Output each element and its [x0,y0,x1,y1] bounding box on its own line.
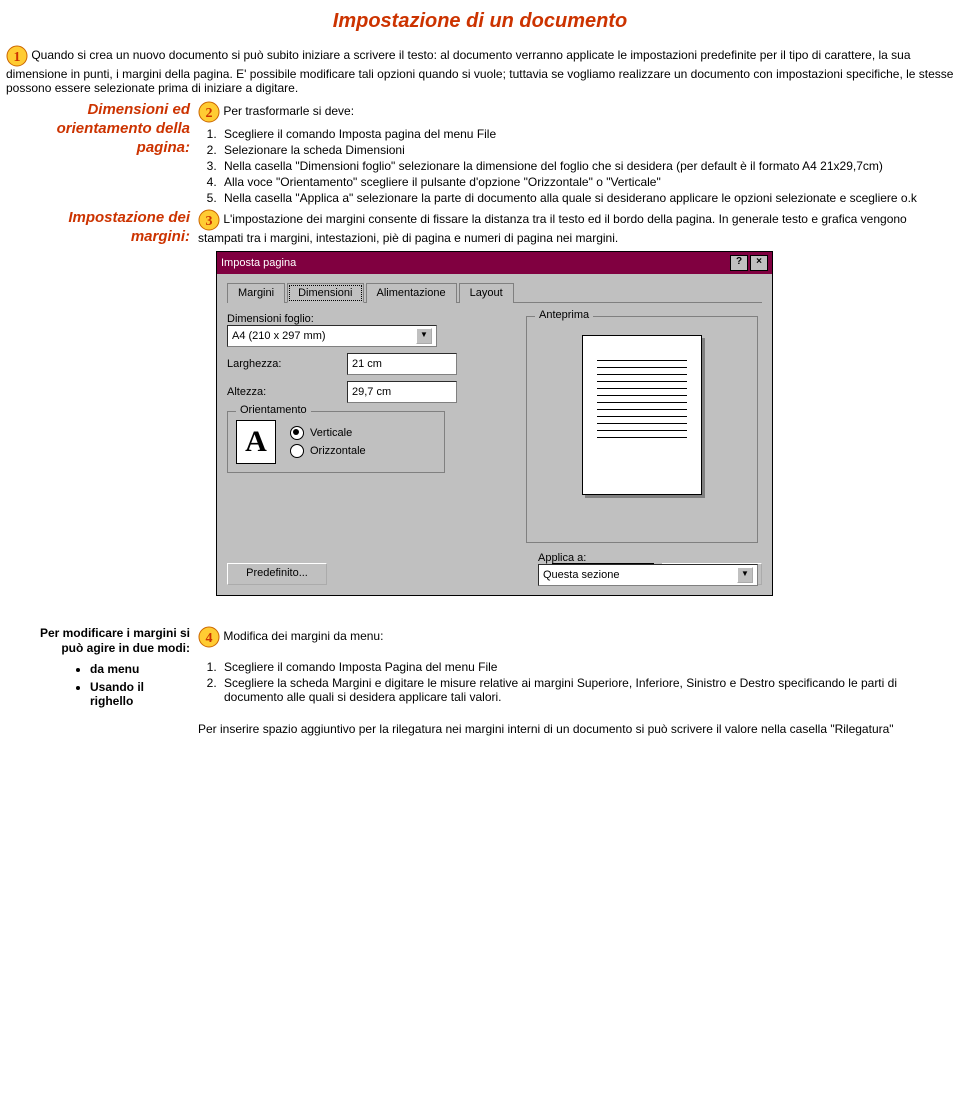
label-orientamento: Orientamento [236,404,311,416]
predefinito-button[interactable]: Predefinito... [227,563,327,585]
radio-verticale[interactable]: Verticale [290,426,366,440]
altezza-value: 29,7 cm [352,386,391,398]
intro-text: Quando si crea un nuovo documento si può… [6,48,953,95]
tab-dimensioni[interactable]: Dimensioni [287,283,363,303]
intro-paragraph: 1 Quando si crea un nuovo documento si p… [6,45,954,95]
section2-heading: Impostazione dei margini: [10,209,190,247]
radio-icon [290,426,304,440]
chevron-down-icon: ▼ [737,567,753,583]
step-1-icon: 1 [6,45,28,67]
close-button[interactable]: × [750,255,768,271]
radio-label: Orizzontale [310,445,366,457]
section3-steps: Scegliere il comando Imposta Pagina del … [220,660,950,704]
section3-lead: Modifica dei margini da menu: [223,629,383,643]
radio-orizzontale[interactable]: Orizzontale [290,444,366,458]
list-item: Scegliere la scheda Margini e digitare l… [220,676,950,704]
list-item: Scegliere il comando Imposta Pagina del … [220,660,950,674]
list-item: Selezionare la scheda Dimensioni [220,143,950,157]
orientamento-group: Orientamento A Verticale Orizzontale [227,411,445,473]
step-3-icon: 3 [198,209,220,231]
list-item: Scegliere il comando Imposta pagina del … [220,127,950,141]
section3-footnote: Per inserire spazio aggiuntivo per la ri… [198,722,950,736]
svg-text:2: 2 [206,106,213,121]
list-item: Alla voce "Orientamento" scegliere il pu… [220,175,950,189]
imposta-pagina-dialog: Imposta pagina ? × Margini Dimensioni Al… [216,251,773,596]
dimensioni-foglio-combo[interactable]: A4 (210 x 297 mm) ▼ [227,325,437,347]
label-applica-a: Applica a: [538,552,758,564]
help-button[interactable]: ? [730,255,748,271]
altezza-input[interactable]: 29,7 cm [347,381,457,403]
tab-alimentazione[interactable]: Alimentazione [366,283,457,303]
svg-text:3: 3 [206,214,213,229]
tab-margini[interactable]: Margini [227,283,285,303]
dimensioni-foglio-value: A4 (210 x 297 mm) [232,330,326,342]
orientation-icon: A [236,420,276,464]
larghezza-input[interactable]: 21 cm [347,353,457,375]
preview-page-icon [582,335,702,495]
applica-a-value: Questa sezione [543,569,619,581]
tab-layout[interactable]: Layout [459,283,514,303]
list-item: Usando il righello [90,680,190,708]
applica-a-combo[interactable]: Questa sezione ▼ [538,564,758,586]
label-anteprima: Anteprima [535,309,593,321]
section1-steps: Scegliere il comando Imposta pagina del … [220,127,950,205]
section2-body: L'impostazione dei margini consente di f… [198,212,907,245]
radio-label: Verticale [310,427,352,439]
list-item: Nella casella "Dimensioni foglio" selezi… [220,159,950,173]
list-item: da menu [90,662,190,676]
dialog-tabs: Margini Dimensioni Alimentazione Layout [227,282,762,303]
svg-text:1: 1 [14,50,21,65]
svg-text:4: 4 [206,631,213,646]
step-4-icon: 4 [198,626,220,648]
anteprima-group: Anteprima [526,316,758,543]
page-title: Impostazione di un documento [6,10,954,33]
list-item: Nella casella "Applica a" selezionare la… [220,191,950,205]
section3-bullets: da menu Usando il righello [10,662,190,708]
label-altezza: Altezza: [227,386,347,398]
radio-icon [290,444,304,458]
label-larghezza: Larghezza: [227,358,347,370]
section3-heading: Per modificare i margini si può agire in… [10,626,190,656]
dialog-title: Imposta pagina [221,257,728,269]
section1-lead: Per trasformarle si deve: [223,104,354,118]
section1-heading: Dimensioni ed orientamento della pagina: [10,101,190,157]
label-dimensioni-foglio: Dimensioni foglio: [227,313,527,325]
chevron-down-icon: ▼ [416,328,432,344]
dialog-titlebar: Imposta pagina ? × [217,252,772,274]
step-2-icon: 2 [198,101,220,123]
larghezza-value: 21 cm [352,358,382,370]
